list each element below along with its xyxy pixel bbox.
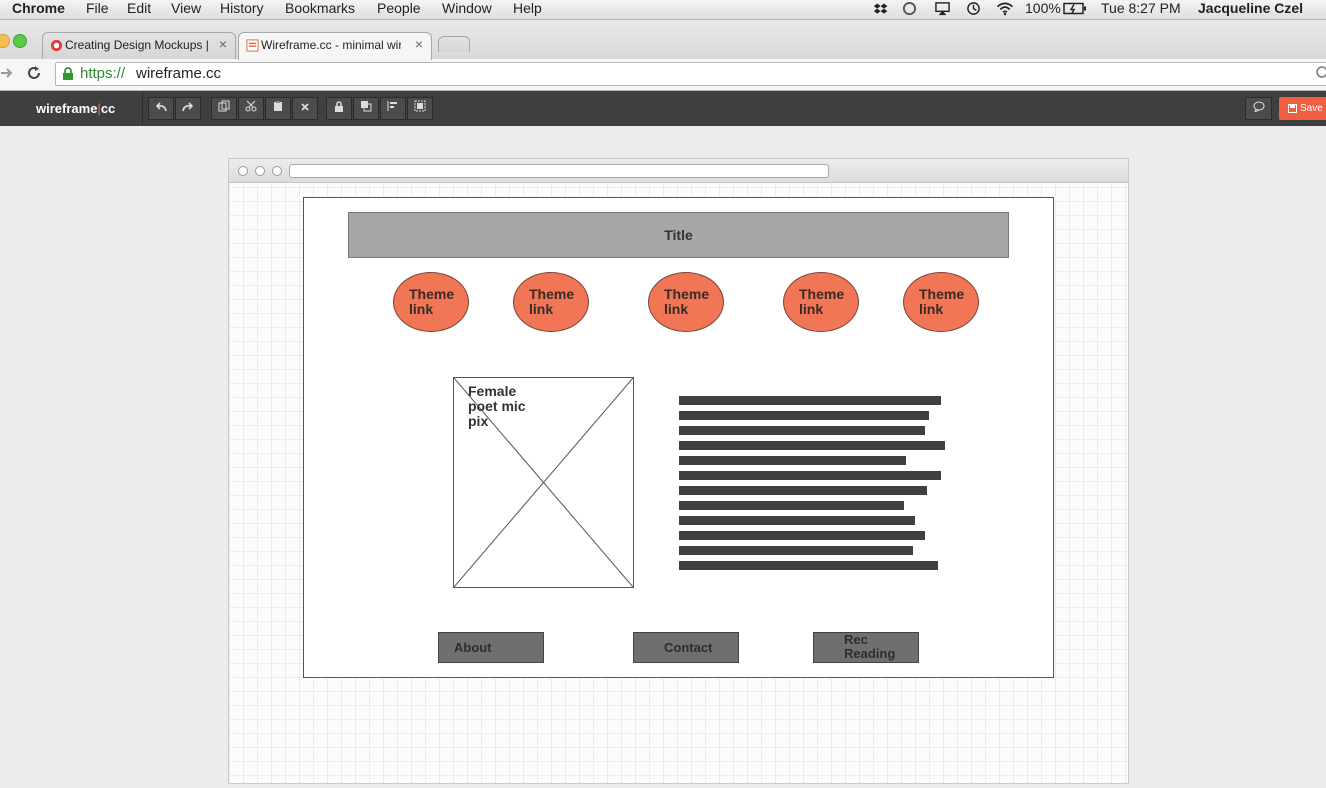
logo-area: wireframe|cc [0,91,143,126]
theme-link-circle[interactable]: Theme link [513,272,589,332]
page-container-box[interactable] [303,197,1054,678]
save-button[interactable]: Save [1279,97,1326,120]
copy-icon [218,100,230,112]
comment-button[interactable] [1245,97,1272,120]
redo-icon [182,102,194,112]
menu-view[interactable]: View [171,0,201,17]
wireframe-favicon-icon [246,39,259,52]
menu-bookmarks[interactable]: Bookmarks [285,0,355,17]
tab-title: Creating Design Mockups | [65,38,209,52]
forward-arrow-icon[interactable] [0,66,14,80]
tab-creating-design-mockups[interactable]: Creating Design Mockups | × [42,32,236,59]
menu-people[interactable]: People [377,0,421,17]
frame-window-dot [255,166,265,176]
floppy-disk-icon [1288,104,1297,113]
align-button[interactable] [380,97,406,120]
image-caption: Female poet mic pix [468,383,526,429]
dropbox-icon[interactable] [873,1,888,16]
scissors-icon [245,100,257,112]
theme-link-circle[interactable]: Theme link [648,272,724,332]
battery-percentage: 100% [1025,0,1061,16]
menu-bar: Chrome File Edit View History Bookmarks … [0,0,1326,20]
save-label: Save [1300,103,1323,114]
group-button[interactable] [407,97,433,120]
close-tab-icon[interactable]: × [219,36,227,52]
text-line-placeholder [679,516,915,525]
undo-button[interactable] [148,97,174,120]
speech-bubble-icon [1253,101,1264,113]
about-button[interactable]: About [438,632,544,663]
new-tab-button[interactable] [438,36,470,52]
menubar-clock[interactable]: Tue 8:27 PM [1101,0,1181,17]
app-logo[interactable]: wireframe|cc [36,101,115,116]
zoom-icon[interactable] [1316,66,1326,78]
lock-icon [335,101,343,112]
tab-wireframe-cc[interactable]: Wireframe.cc - minimal wir × [238,32,432,60]
copy-button[interactable] [211,97,237,120]
tab-title: Wireframe.cc - minimal wir [261,38,401,52]
delete-button[interactable] [292,97,318,120]
redo-button[interactable] [175,97,201,120]
theme-link-circle[interactable]: Theme link [393,272,469,332]
frame-window-dot [272,166,282,176]
airplay-icon[interactable] [935,1,950,16]
logo-suffix: cc [100,101,116,116]
text-line-placeholder [679,426,925,435]
delete-x-icon [301,103,309,111]
menu-file[interactable]: File [86,0,109,17]
battery-icon[interactable] [1063,1,1087,16]
align-left-icon [387,101,397,111]
text-line-placeholder [679,411,929,420]
text-line-placeholder [679,471,941,480]
text-line-placeholder [679,531,925,540]
text-line-placeholder [679,396,941,405]
group-icon [414,100,426,112]
theme-link-circle[interactable]: Theme link [903,272,979,332]
menu-app-chrome[interactable]: Chrome [12,0,65,17]
site-favicon-icon [50,39,63,52]
address-bar[interactable]: https:// wireframe.cc [55,62,1326,86]
text-line-placeholder [679,486,927,495]
text-line-placeholder [679,441,945,450]
frame-url-bar [289,164,829,178]
title-banner[interactable]: Title [348,212,1009,258]
menu-history[interactable]: History [220,0,264,17]
paste-icon [274,101,282,111]
wifi-icon[interactable] [996,1,1014,16]
text-line-placeholder [679,561,938,570]
logo-main: wireframe [36,101,98,116]
url-scheme: https:// [80,65,126,82]
reload-icon[interactable] [26,65,42,81]
menu-window[interactable]: Window [442,0,492,17]
text-line-placeholder [679,546,913,555]
undo-icon [155,102,167,112]
menu-help[interactable]: Help [513,0,542,17]
theme-link-circle[interactable]: Theme link [783,272,859,332]
arrange-button[interactable] [353,97,379,120]
text-line-placeholder [679,456,906,465]
rec-reading-button[interactable]: Rec Reading [813,632,919,663]
secure-lock-icon [63,67,73,80]
window-zoom-button[interactable] [13,34,27,48]
time-machine-icon[interactable] [966,1,981,16]
paste-button[interactable] [265,97,291,120]
lock-button[interactable] [326,97,352,120]
bring-front-icon [361,101,372,112]
close-tab-icon[interactable]: × [415,36,423,52]
cut-button[interactable] [238,97,264,120]
url-host: wireframe.cc [136,65,222,82]
menu-edit[interactable]: Edit [127,0,151,17]
contact-button[interactable]: Contact [633,632,739,663]
creative-cloud-icon[interactable] [902,1,917,16]
frame-window-dot [238,166,248,176]
menubar-user[interactable]: Jacqueline Czel [1198,0,1303,17]
text-line-placeholder [679,501,904,510]
